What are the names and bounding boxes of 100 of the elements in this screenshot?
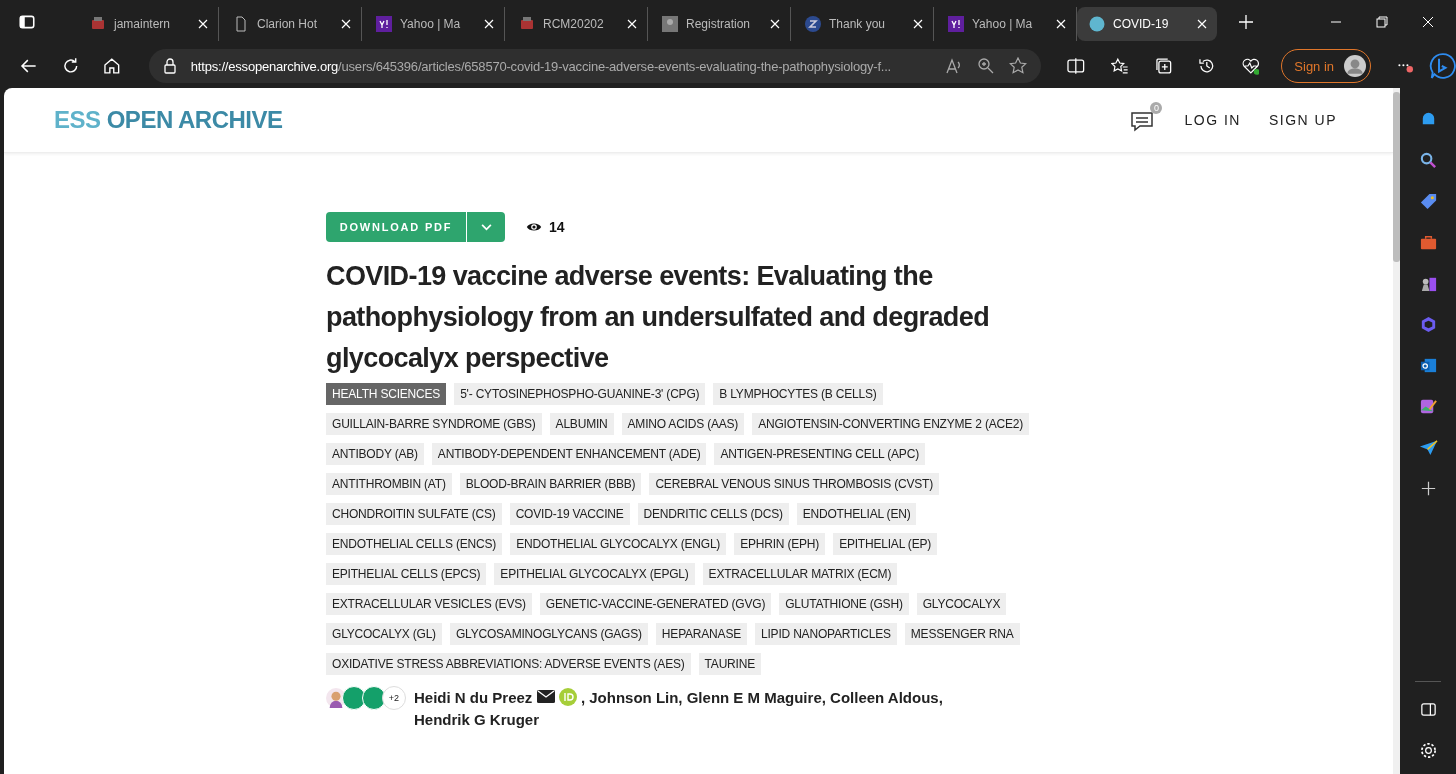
browser-tab[interactable]: Thank you bbox=[791, 7, 934, 41]
keyword-tag[interactable]: EXTRACELLULAR VESICLES (EVS) bbox=[326, 593, 532, 615]
envelope-icon[interactable] bbox=[536, 690, 555, 703]
back-icon[interactable] bbox=[20, 57, 38, 75]
close-icon[interactable] bbox=[1422, 16, 1434, 28]
keyword-tag[interactable]: EPHRIN (EPH) bbox=[734, 533, 826, 555]
restore-icon[interactable] bbox=[1376, 16, 1388, 28]
keyword-tag[interactable]: EXTRACELLULAR MATRIX (ECM) bbox=[702, 563, 898, 585]
keyword-tag[interactable]: DENDRITIC CELLS (DCS) bbox=[637, 503, 789, 525]
search-icon[interactable] bbox=[1418, 151, 1438, 170]
settings-icon[interactable] bbox=[1418, 741, 1438, 760]
keyword-tag[interactable]: ALBUMIN bbox=[549, 413, 614, 435]
tab-title: Registration bbox=[686, 17, 752, 31]
designer-icon[interactable] bbox=[1418, 397, 1438, 416]
heartbeat-icon[interactable] bbox=[1241, 57, 1260, 75]
keyword-tag[interactable]: MESSENGER RNA bbox=[904, 623, 1020, 645]
new-tab-icon[interactable] bbox=[1239, 15, 1253, 29]
browser-tab[interactable]: RCM20202 bbox=[505, 7, 648, 41]
tab-title: Clarion Hot bbox=[257, 17, 319, 31]
collections-icon[interactable] bbox=[1154, 57, 1173, 75]
toolbox-icon[interactable] bbox=[1418, 233, 1438, 252]
keyword-tag[interactable]: ENDOTHELIAL (EN) bbox=[796, 503, 917, 525]
keyword-tag[interactable]: AMINO ACIDS (AAS) bbox=[621, 413, 745, 435]
yahoo-icon bbox=[948, 16, 964, 32]
keyword-tag[interactable]: EPITHELIAL (EP) bbox=[833, 533, 938, 555]
author-names[interactable]: Hendrik G Kruger bbox=[414, 709, 974, 731]
sign-up-link[interactable]: SIGN UP bbox=[1268, 112, 1337, 128]
pdf-file-icon bbox=[519, 16, 535, 32]
favorites-icon[interactable] bbox=[1110, 57, 1129, 75]
avatar-icon bbox=[1344, 55, 1367, 77]
browser-tab[interactable]: Yahoo | Ma bbox=[362, 7, 505, 41]
browser-tab[interactable]: Clarion Hot bbox=[219, 7, 362, 41]
keyword-tag[interactable]: CEREBRAL VENOUS SINUS THROMBOSIS (CVST) bbox=[649, 473, 939, 495]
globe-icon bbox=[1089, 16, 1105, 32]
tab-actions-icon[interactable] bbox=[18, 13, 36, 31]
keyword-tag[interactable]: ENDOTHELIAL GLYCOCALYX (ENGL) bbox=[510, 533, 727, 555]
close-icon[interactable] bbox=[341, 19, 351, 29]
keyword-tag[interactable]: ANTIGEN-PRESENTING CELL (APC) bbox=[714, 443, 925, 465]
sidebar-toggle-icon[interactable] bbox=[1418, 700, 1438, 719]
split-screen-icon[interactable] bbox=[1067, 57, 1085, 75]
site-logo[interactable]: ESS OPEN ARCHIVE bbox=[54, 106, 283, 134]
keyword-tag[interactable]: GLUTATHIONE (GSH) bbox=[779, 593, 909, 615]
close-icon[interactable] bbox=[770, 19, 780, 29]
chevron-down-icon bbox=[480, 223, 492, 231]
keyword-tag[interactable]: COVID-19 VACCINE bbox=[509, 503, 630, 525]
refresh-icon[interactable] bbox=[61, 57, 80, 75]
close-icon[interactable] bbox=[198, 19, 208, 29]
tab-title: Yahoo | Ma bbox=[972, 17, 1034, 31]
tab-title: Yahoo | Ma bbox=[400, 17, 462, 31]
browser-tab[interactable]: COVID-19 bbox=[1077, 7, 1217, 41]
tab-title: Thank you bbox=[829, 17, 887, 31]
site-icon bbox=[662, 16, 678, 32]
keyword-tag[interactable]: HEPARANASE bbox=[655, 623, 747, 645]
tag-icon[interactable] bbox=[1418, 192, 1438, 211]
keyword-tag[interactable]: ANTITHROMBIN (AT) bbox=[326, 473, 452, 495]
keyword-tag[interactable]: EPITHELIAL CELLS (EPCS) bbox=[326, 563, 487, 585]
more-authors-badge[interactable]: +2 bbox=[382, 686, 406, 710]
home-icon[interactable] bbox=[103, 57, 121, 75]
scrollbar[interactable] bbox=[1393, 88, 1400, 774]
keyword-tag[interactable]: GENETIC-VACCINE-GENERATED (GVG) bbox=[539, 593, 772, 615]
keyword-tag[interactable]: CHONDROITIN SULFATE (CS) bbox=[326, 503, 502, 525]
keyword-tag[interactable]: BLOOD-BRAIN BARRIER (BBB) bbox=[459, 473, 642, 495]
author-names[interactable]: , Johnson Lin, Glenn E M Maguire, Colleen Aldous, bbox=[580, 689, 943, 706]
close-icon[interactable] bbox=[1056, 19, 1066, 29]
outlook-icon[interactable] bbox=[1418, 356, 1438, 375]
bing-chat-icon[interactable] bbox=[1428, 52, 1456, 80]
keyword-tag[interactable]: 5'- CYTOSINEPHOSPHO-GUANINE-3' (CPG) bbox=[454, 383, 706, 405]
keyword-tag[interactable]: GLYCOSAMINOGLYCANS (GAGS) bbox=[449, 623, 648, 645]
close-icon[interactable] bbox=[1197, 19, 1207, 29]
close-icon[interactable] bbox=[913, 19, 923, 29]
send-icon[interactable] bbox=[1418, 438, 1438, 457]
keyword-tag[interactable]: ENDOTHELIAL CELLS (ENCS) bbox=[326, 533, 503, 555]
keyword-tag[interactable]: GLYCOCALYX bbox=[916, 593, 1007, 615]
author-name[interactable]: Heidi N du Preez bbox=[414, 689, 533, 706]
star-icon[interactable] bbox=[1009, 57, 1028, 75]
keyword-tag[interactable]: ANGIOTENSIN-CONVERTING ENZYME 2 (ACE2) bbox=[752, 413, 1030, 435]
keyword-tag[interactable]: GUILLAIN-BARRE SYNDROME (GBS) bbox=[326, 413, 542, 435]
browser-tab[interactable]: jamaintern bbox=[76, 7, 219, 41]
keyword-tag[interactable]: TAURINE bbox=[698, 653, 761, 675]
close-icon[interactable] bbox=[627, 19, 637, 29]
keyword-tag[interactable]: ANTIBODY (AB) bbox=[326, 443, 424, 465]
zoom-icon[interactable] bbox=[977, 57, 996, 75]
tab-title: RCM20202 bbox=[543, 17, 605, 31]
keyword-tag[interactable]: LIPID NANOPARTICLES bbox=[755, 623, 897, 645]
browser-tab[interactable]: Yahoo | Ma bbox=[934, 7, 1077, 41]
keyword-tag[interactable]: GLYCOCALYX (GL) bbox=[326, 623, 442, 645]
address-field[interactable]: https://essopenarchive.org/users/645396/articles/658570-covid-19-vaccine-adverse-events-evaluating-the-pathophysiology-f... bbox=[148, 49, 1042, 83]
browser-tab[interactable]: Registration bbox=[648, 7, 791, 41]
scrollbar-thumb[interactable] bbox=[1393, 92, 1400, 262]
subject-tag[interactable]: HEALTH SCIENCES bbox=[326, 383, 447, 405]
yahoo-icon bbox=[376, 16, 392, 32]
keyword-tag[interactable]: ANTIBODY-DEPENDENT ENHANCEMENT (ADE) bbox=[431, 443, 707, 465]
keyword-tag[interactable]: EPITHELIAL GLYCOCALYX (EPGL) bbox=[494, 563, 695, 585]
close-icon[interactable] bbox=[484, 19, 494, 29]
keyword-tag[interactable]: B LYMPHOCYTES (B CELLS) bbox=[713, 383, 883, 405]
keyword-tag[interactable]: OXIDATIVE STRESS ABBREVIATIONS: ADVERSE EVENTS (AES) bbox=[326, 653, 691, 675]
tab-title: jamaintern bbox=[114, 17, 172, 31]
history-icon[interactable] bbox=[1198, 57, 1216, 75]
log-in-link[interactable]: LOG IN bbox=[1184, 112, 1241, 128]
view-count: 14 bbox=[549, 219, 565, 235]
